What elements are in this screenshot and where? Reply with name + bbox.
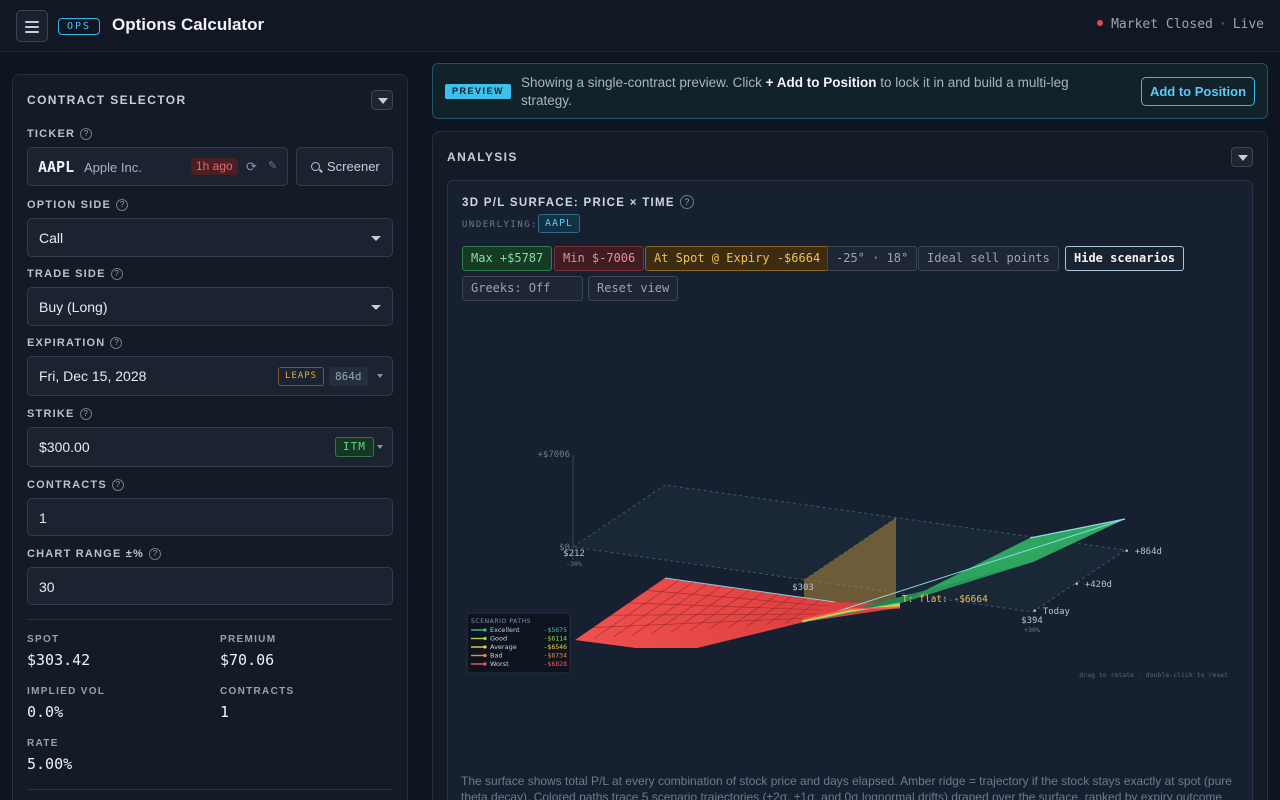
rotate-hint: drag to rotate · double-click to reset	[1079, 671, 1228, 679]
price-tick-sub: +30%	[1024, 626, 1040, 634]
price-tick-sub: -30%	[566, 560, 582, 568]
legend-scenario-value: -$6734	[544, 652, 568, 660]
legend-scenario-name: Worst	[490, 660, 509, 668]
z-tick-label: +$7006	[537, 450, 570, 460]
legend-title: SCENARIO PATHS	[471, 618, 531, 625]
legend-swatch-dot	[483, 653, 487, 658]
pl-surface-chart[interactable]: +$7006 $0 $212 -30% $303 $394 +30% • Tod…	[0, 0, 1280, 800]
legend-scenario-value: -$6828	[544, 660, 568, 668]
legend-swatch-dot	[483, 636, 487, 641]
legend-scenario-name: Bad	[490, 652, 503, 660]
legend-swatch-dot	[483, 645, 487, 649]
chart-footnote: The surface shows total P/L at every com…	[461, 774, 1232, 800]
price-tick-label: $394	[1021, 616, 1043, 626]
legend-scenario-name: Good	[490, 635, 507, 643]
time-tick-label: • +864d	[1124, 547, 1162, 557]
price-tick-label: $303	[792, 583, 814, 593]
legend-swatch-dot	[483, 662, 487, 666]
time-tick-label: • +420d	[1074, 580, 1112, 590]
legend-scenario-name: Average	[490, 643, 517, 651]
flat-scenario-label: T: flat: -$6664	[902, 594, 988, 605]
price-tick-label: $212	[563, 549, 585, 559]
legend-swatch-dot	[483, 628, 487, 632]
legend-scenario-name: Excellent	[490, 626, 520, 634]
scenario-legend: SCENARIO PATHS Excellent -$5675 Good -$6114…	[466, 612, 571, 674]
time-tick-label: • Today	[1032, 607, 1071, 617]
legend-scenario-value: -$5675	[544, 626, 568, 634]
legend-scenario-value: -$6546	[544, 643, 568, 651]
legend-scenario-value: -$6114	[544, 635, 568, 643]
